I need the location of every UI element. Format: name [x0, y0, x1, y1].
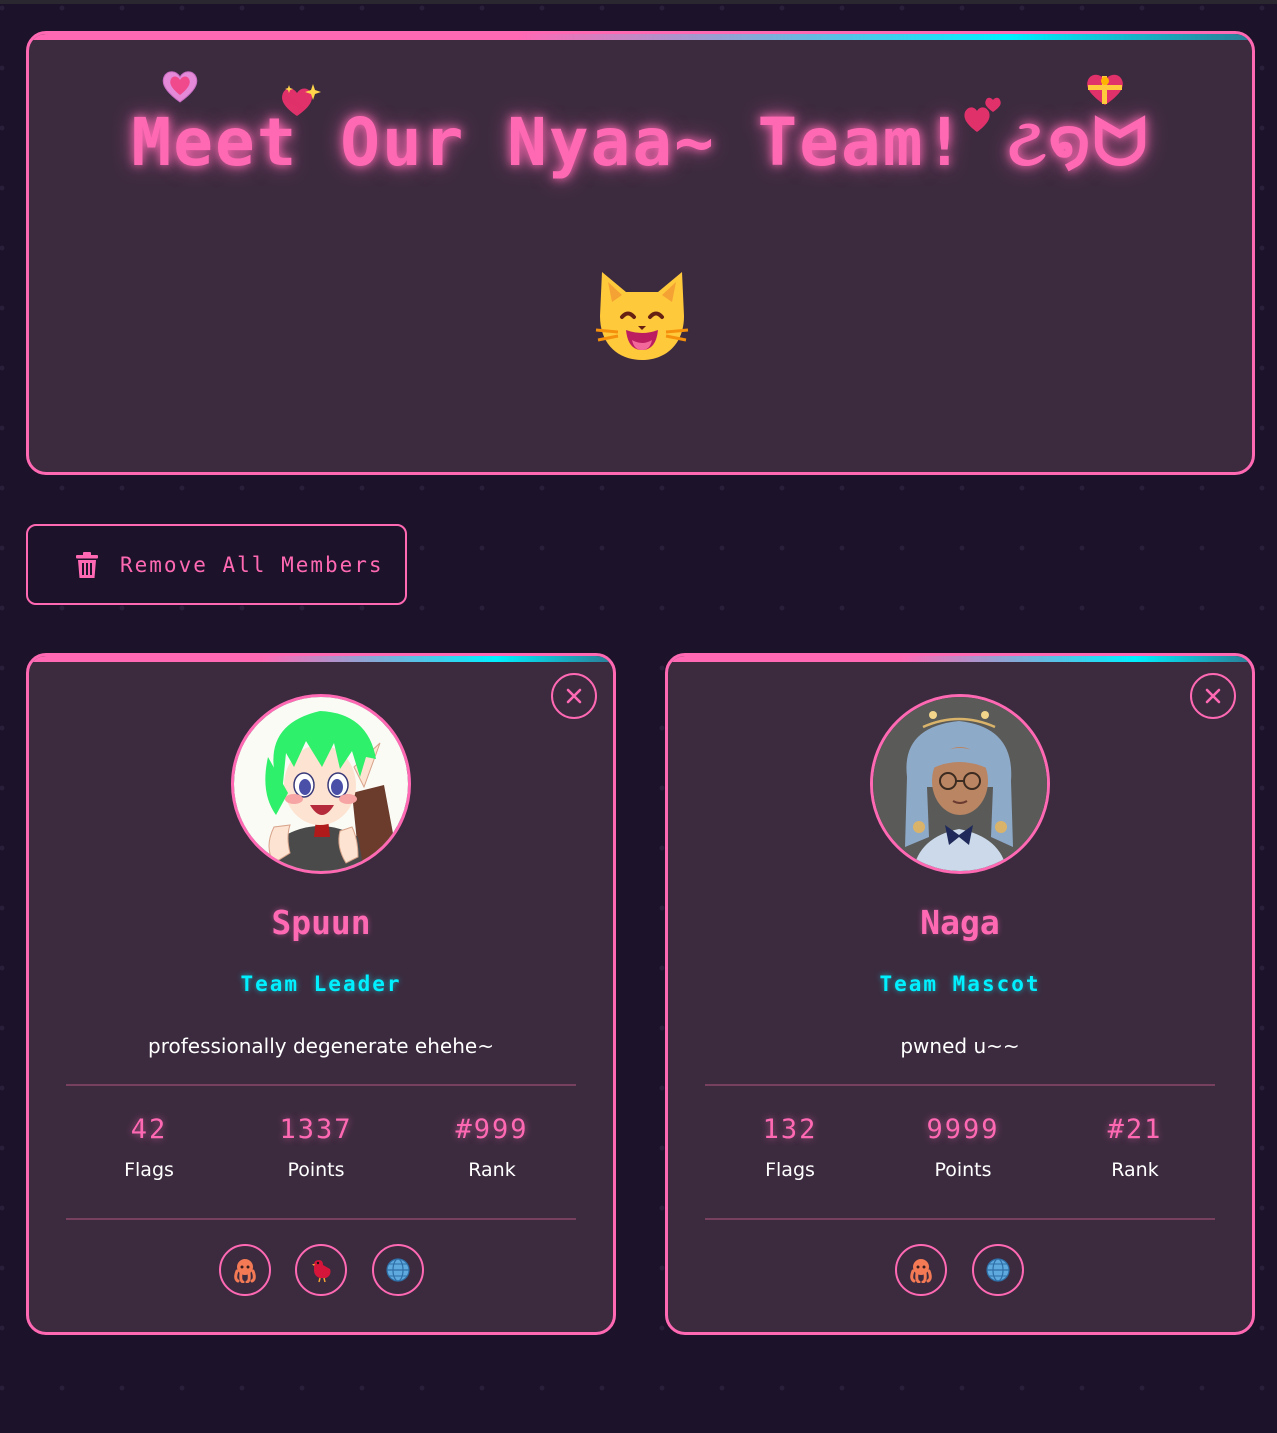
stat-points: 1337 Points	[251, 1114, 381, 1181]
twitter-bird-icon	[312, 1260, 331, 1283]
website-link[interactable]	[972, 1244, 1024, 1296]
github-link[interactable]	[895, 1244, 947, 1296]
stat-points: 9999 Points	[898, 1114, 1028, 1181]
stat-flags: 42 Flags	[84, 1114, 214, 1181]
divider	[66, 1218, 576, 1220]
member-role: Team Mascot	[879, 972, 1041, 996]
website-link[interactable]	[372, 1244, 424, 1296]
remove-member-button[interactable]	[551, 673, 597, 719]
github-link[interactable]	[219, 1244, 271, 1296]
smiling-cat-icon	[595, 272, 689, 360]
avatar	[870, 694, 1050, 874]
stat-value: #21	[1107, 1114, 1163, 1145]
stat-rank: #999 Rank	[427, 1114, 557, 1181]
trash-icon	[76, 551, 98, 578]
stat-label: Flags	[765, 1159, 815, 1181]
divider	[705, 1218, 1215, 1220]
window-top-edge	[0, 0, 1277, 4]
remove-all-members-label: Remove All Members	[120, 552, 384, 577]
anime-avatar-image	[234, 697, 408, 871]
close-icon	[566, 688, 582, 704]
team-hero-banner: Meet Our Nyaa~ Team! ટ໑ᗢ	[26, 31, 1255, 475]
stat-rank: #21 Rank	[1070, 1114, 1200, 1181]
member-role: Team Leader	[240, 972, 402, 996]
hero-gradient-bar	[29, 34, 1252, 40]
member-card-naga: Naga Team Mascot pwned u~~ 132 Flags 999…	[665, 653, 1255, 1335]
member-bio: professionally degenerate ehehe~	[148, 1034, 494, 1058]
website-globe-icon	[986, 1258, 1010, 1282]
divider	[705, 1084, 1215, 1086]
member-name: Naga	[920, 903, 1000, 942]
stat-value: 9999	[926, 1114, 1000, 1145]
github-octopus-icon	[910, 1259, 932, 1283]
github-octopus-icon	[234, 1259, 256, 1283]
stat-label: Points	[934, 1159, 992, 1181]
website-globe-icon	[386, 1258, 410, 1282]
member-card-spuun: Spuun Team Leader professionally degener…	[26, 653, 616, 1335]
stat-label: Rank	[468, 1159, 516, 1181]
two-hearts-icon	[964, 97, 1001, 132]
twitter-link[interactable]	[295, 1244, 347, 1296]
hero-title: Meet Our Nyaa~ Team! ટ໑ᗢ	[131, 104, 1150, 181]
stat-flags: 132 Flags	[725, 1114, 855, 1181]
close-icon	[1205, 688, 1221, 704]
heart-icon	[162, 71, 198, 103]
member-bio: pwned u~~	[900, 1034, 1020, 1058]
stat-label: Points	[287, 1159, 345, 1181]
stat-value: 132	[762, 1114, 818, 1145]
remove-all-members-button[interactable]: Remove All Members	[26, 524, 407, 605]
heart-with-ribbon-icon	[1087, 74, 1123, 105]
member-name: Spuun	[271, 903, 371, 942]
stat-label: Rank	[1111, 1159, 1159, 1181]
cosplay-avatar-image	[873, 697, 1047, 871]
divider	[66, 1084, 576, 1086]
stat-value: 42	[130, 1114, 168, 1145]
stat-label: Flags	[124, 1159, 174, 1181]
card-gradient-bar	[29, 656, 613, 662]
card-gradient-bar	[668, 656, 1252, 662]
avatar	[231, 694, 411, 874]
stat-value: #999	[455, 1114, 529, 1145]
remove-member-button[interactable]	[1190, 673, 1236, 719]
stat-value: 1337	[279, 1114, 353, 1145]
